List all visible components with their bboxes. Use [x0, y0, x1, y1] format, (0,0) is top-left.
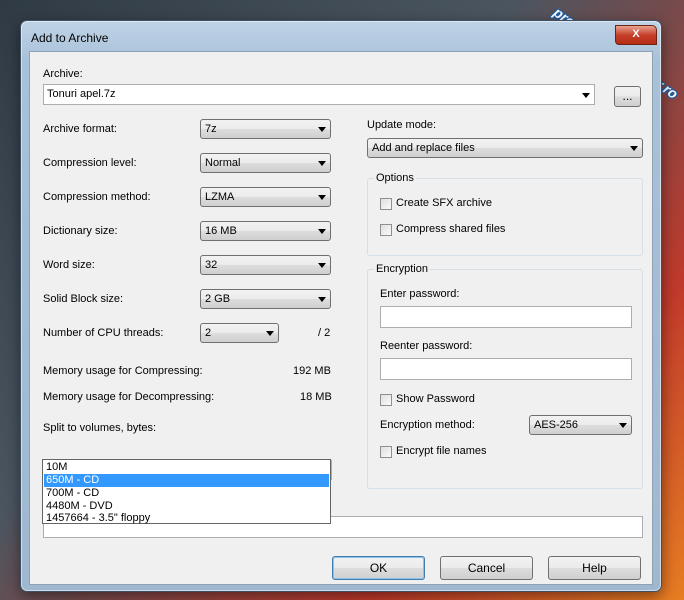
chevron-down-icon — [318, 161, 326, 166]
compression-method-select[interactable]: LZMA — [200, 187, 331, 207]
memory-compress-value: 192 MB — [293, 365, 331, 377]
chevron-down-icon — [619, 423, 627, 428]
encrypt-names-label[interactable]: Encrypt file names — [396, 445, 486, 457]
compression-level-select[interactable]: Normal — [200, 153, 331, 173]
reenter-password-label: Reenter password: — [380, 340, 473, 352]
chevron-down-icon — [318, 229, 326, 234]
chevron-down-icon — [318, 127, 326, 132]
cpu-threads-max: / 2 — [318, 327, 331, 339]
chevron-down-icon — [266, 331, 274, 336]
archive-format-select[interactable]: 7z — [200, 119, 331, 139]
archive-path-combo[interactable]: Tonuri apel.7z — [43, 84, 595, 105]
memory-decompress-value: 18 MB — [300, 391, 332, 403]
word-size-label: Word size: — [43, 259, 95, 271]
encryption-method-select[interactable]: AES-256 — [529, 415, 632, 435]
split-volumes-dropdown-list: 10M 650M - CD 700M - CD 4480M - DVD 1457… — [42, 459, 331, 524]
password-input[interactable] — [380, 306, 632, 328]
solid-block-size-label: Solid Block size: — [43, 293, 124, 305]
split-volumes-label: Split to volumes, bytes: — [43, 422, 157, 434]
list-item[interactable]: 10M — [44, 461, 329, 474]
memory-compress-label: Memory usage for Compressing: — [43, 365, 203, 377]
browse-button[interactable]: ... — [614, 86, 641, 107]
encryption-group: Encryption Enter password: Reenter passw… — [367, 263, 643, 489]
show-password-checkbox[interactable] — [380, 394, 392, 406]
encryption-group-title: Encryption — [374, 263, 430, 275]
compression-method-value: LZMA — [205, 191, 235, 203]
chevron-down-icon[interactable] — [582, 93, 590, 98]
dictionary-size-value: 16 MB — [205, 225, 237, 237]
chevron-down-icon — [318, 263, 326, 268]
options-group: Options Create SFX archive Compress shar… — [367, 172, 643, 256]
solid-block-size-value: 2 GB — [205, 293, 231, 305]
close-icon: X — [632, 28, 640, 40]
update-mode-label: Update mode: — [367, 119, 437, 131]
compression-level-value: Normal — [205, 157, 241, 169]
archive-format-label: Archive format: — [43, 123, 117, 135]
compress-shared-label[interactable]: Compress shared files — [396, 223, 505, 235]
window-title: Add to Archive — [31, 31, 109, 45]
update-mode-value: Add and replace files — [372, 142, 475, 154]
compression-level-label: Compression level: — [43, 157, 137, 169]
enter-password-label: Enter password: — [380, 288, 460, 300]
encryption-method-label: Encryption method: — [380, 419, 475, 431]
chevron-down-icon — [318, 297, 326, 302]
compression-method-label: Compression method: — [43, 191, 151, 203]
cancel-button[interactable]: Cancel — [440, 556, 533, 580]
cpu-threads-value: 2 — [205, 327, 212, 339]
title-bar[interactable]: Add to Archive X — [21, 21, 661, 51]
show-password-label[interactable]: Show Password — [396, 393, 475, 405]
encryption-method-value: AES-256 — [534, 419, 579, 431]
chevron-down-icon — [630, 146, 638, 151]
chevron-down-icon — [318, 195, 326, 200]
update-mode-select[interactable]: Add and replace files — [367, 138, 643, 158]
cpu-threads-select[interactable]: 2 — [200, 323, 279, 343]
archive-format-value: 7z — [205, 123, 217, 135]
help-button[interactable]: Help — [548, 556, 641, 580]
create-sfx-label[interactable]: Create SFX archive — [396, 197, 492, 209]
archive-path-value: Tonuri apel.7z — [47, 88, 116, 100]
create-sfx-checkbox[interactable] — [380, 198, 392, 210]
word-size-select[interactable]: 32 — [200, 255, 331, 275]
dictionary-size-select[interactable]: 16 MB — [200, 221, 331, 241]
list-item[interactable]: 650M - CD — [44, 474, 329, 487]
list-item[interactable]: 1457664 - 3.5" floppy — [44, 513, 329, 524]
encrypt-names-checkbox[interactable] — [380, 446, 392, 458]
cpu-threads-label: Number of CPU threads: — [43, 327, 164, 339]
close-button[interactable]: X — [615, 25, 657, 45]
compress-shared-checkbox[interactable] — [380, 224, 392, 236]
word-size-value: 32 — [205, 259, 218, 271]
solid-block-size-select[interactable]: 2 GB — [200, 289, 331, 309]
options-group-title: Options — [374, 172, 416, 184]
dictionary-size-label: Dictionary size: — [43, 225, 118, 237]
ok-button[interactable]: OK — [332, 556, 425, 580]
memory-decompress-label: Memory usage for Decompressing: — [43, 391, 215, 403]
reenter-password-input[interactable] — [380, 358, 632, 380]
archive-label: Archive: — [43, 68, 83, 80]
list-item[interactable]: 700M - CD — [44, 487, 329, 500]
